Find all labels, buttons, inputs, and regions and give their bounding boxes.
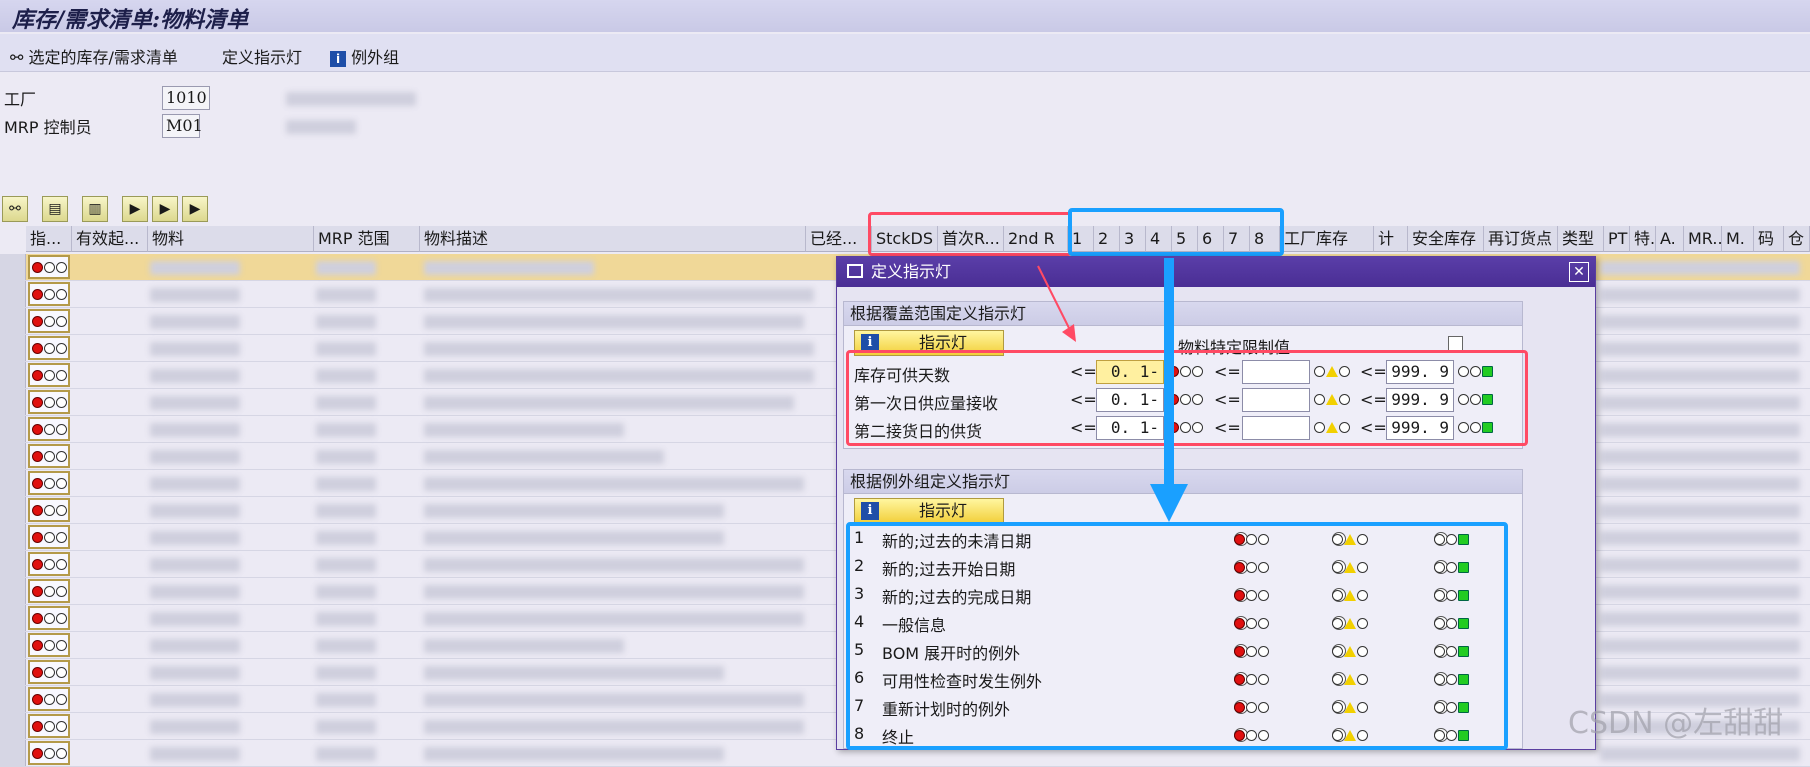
blue-arrow-shaft [1164,258,1174,488]
watermark: CSDN @左甜甜 [1568,706,1784,741]
red-arrow [1037,265,1071,331]
blue-arrow-head [1150,484,1188,522]
annotation-arrows [1037,258,1188,522]
